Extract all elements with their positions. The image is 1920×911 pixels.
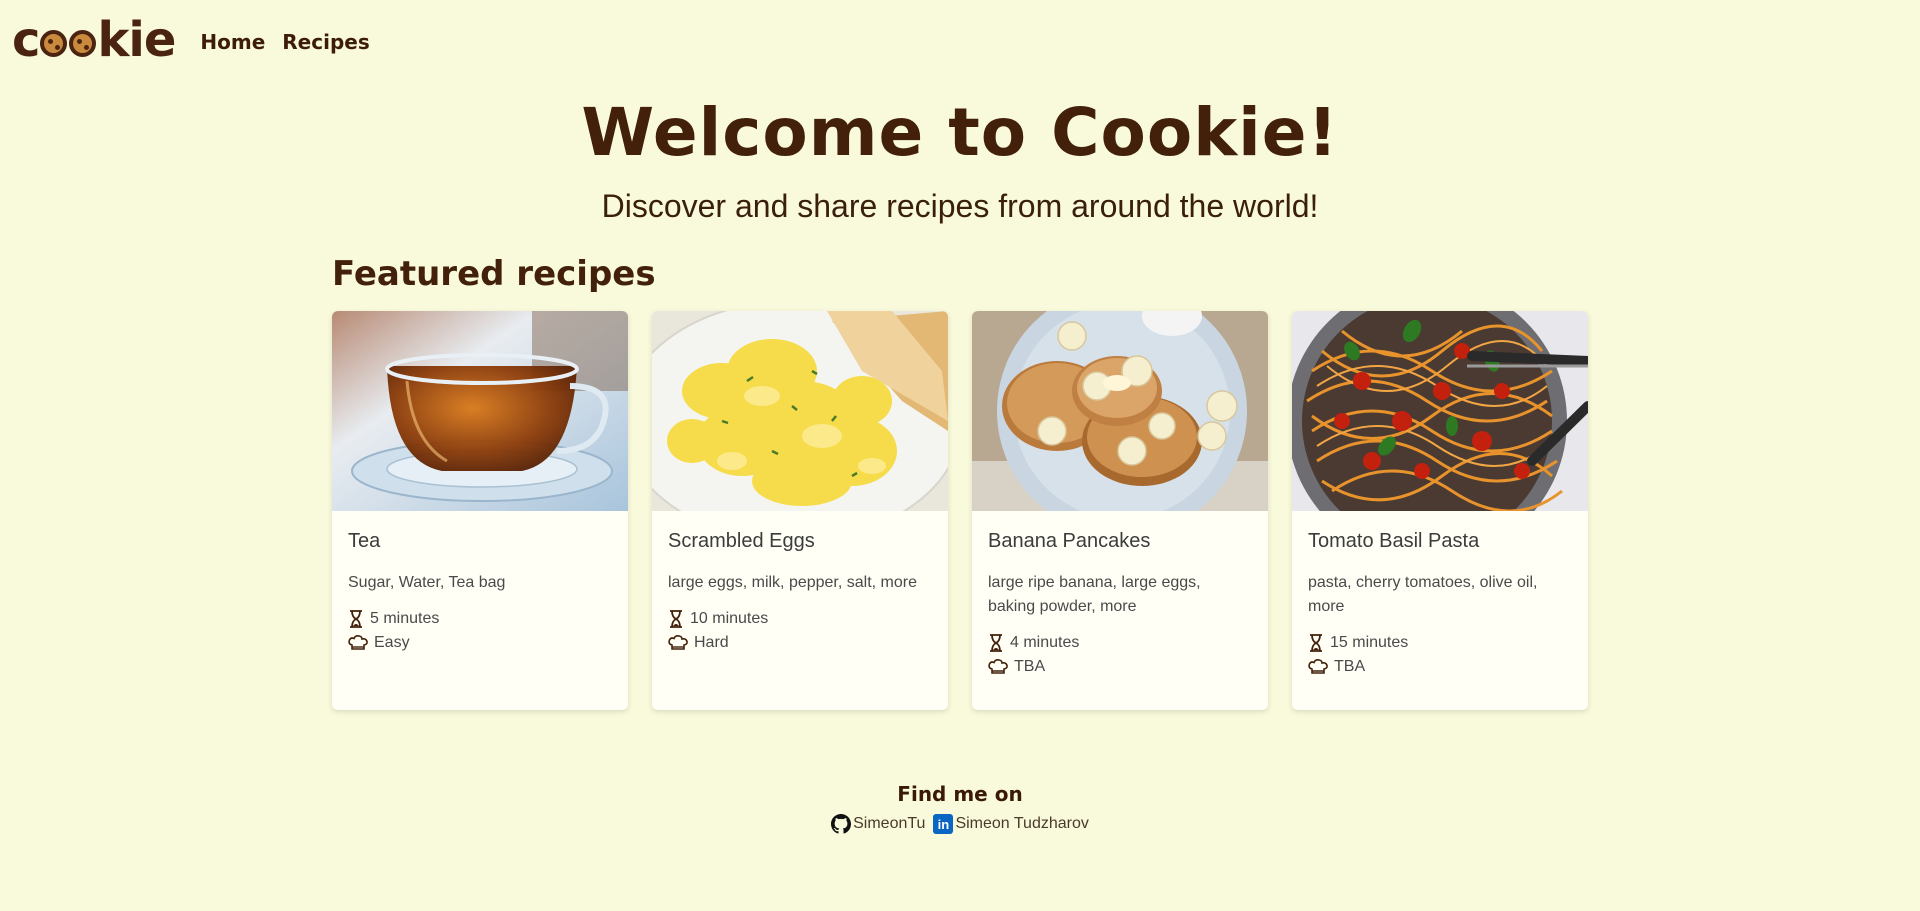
linkedin-name: Simeon Tudzharov	[955, 815, 1089, 832]
cookie-logo[interactable]: c kie	[12, 12, 176, 68]
recipe-time-label: 4 minutes	[1010, 634, 1080, 651]
chef-hat-icon	[668, 635, 688, 650]
hourglass-icon	[990, 634, 1002, 652]
recipe-difficulty: Hard	[668, 631, 932, 655]
scrambled-eggs-photo	[652, 311, 948, 511]
recipe-card[interactable]: Tomato Basil Pasta pasta, cherry tomatoe…	[1292, 311, 1588, 710]
recipe-time-label: 10 minutes	[690, 610, 769, 627]
hero-title: Welcome to Cookie!	[581, 94, 1339, 171]
github-link[interactable]: SimeonTu	[831, 814, 925, 834]
hourglass-icon	[670, 610, 682, 628]
tomato-basil-pasta-photo	[1292, 311, 1588, 511]
logo-text-start: c	[12, 12, 40, 68]
footer-title: Find me on	[897, 782, 1023, 806]
github-icon	[831, 814, 852, 834]
hourglass-icon	[1310, 634, 1322, 652]
logo-text-end: kie	[97, 12, 176, 68]
recipe-ingredients: Sugar, Water, Tea bag	[348, 574, 506, 591]
footer-links: SimeonTu in Simeon Tudzharov	[0, 814, 1920, 834]
recipe-card[interactable]: Scrambled Eggs large eggs, milk, pepper,…	[652, 311, 948, 710]
recipe-ingredients: large eggs, milk, pepper, salt, more	[668, 574, 918, 591]
hero-subtitle: Discover and share recipes from around t…	[601, 188, 1319, 224]
github-username: SimeonTu	[853, 815, 926, 832]
recipe-card[interactable]: Banana Pancakes large ripe banana, large…	[972, 311, 1268, 710]
recipe-difficulty-label: Easy	[374, 634, 410, 651]
recipe-ingredients: large ripe banana, large eggs, baking po…	[988, 574, 1201, 615]
featured-recipes-title: Featured recipes	[332, 254, 656, 294]
banana-pancakes-photo	[972, 311, 1268, 511]
recipe-time: 5 minutes	[348, 607, 612, 631]
recipe-time: 15 minutes	[1308, 631, 1572, 655]
chef-hat-icon	[988, 659, 1008, 674]
recipe-title: Tomato Basil Pasta	[1308, 530, 1480, 552]
recipe-difficulty: Easy	[348, 631, 612, 655]
linkedin-icon: in	[933, 814, 954, 834]
recipe-time: 4 minutes	[988, 631, 1252, 655]
tea-cup-photo	[332, 311, 628, 511]
recipe-difficulty: TBA	[988, 655, 1252, 679]
recipe-card[interactable]: Tea Sugar, Water, Tea bag 5 minutes Easy	[332, 311, 628, 710]
linkedin-link[interactable]: in Simeon Tudzharov	[933, 814, 1089, 834]
recipe-time-label: 5 minutes	[370, 610, 440, 627]
nav-home-link[interactable]: Home	[200, 30, 265, 54]
recipe-difficulty-label: TBA	[1334, 658, 1366, 675]
chef-hat-icon	[1308, 659, 1328, 674]
page: c kie Home Recipes Welcome to Cookie! Di…	[0, 0, 1920, 911]
recipe-time-label: 15 minutes	[1330, 634, 1409, 651]
recipe-title: Scrambled Eggs	[668, 530, 815, 552]
recipe-difficulty-label: TBA	[1014, 658, 1046, 675]
navbar: c kie Home Recipes	[12, 10, 370, 70]
nav-links: Home Recipes	[200, 30, 369, 54]
cookie-icon	[69, 29, 97, 57]
recipe-title: Banana Pancakes	[988, 530, 1151, 552]
hourglass-icon	[350, 610, 362, 628]
recipe-time: 10 minutes	[668, 607, 932, 631]
recipe-difficulty-label: Hard	[694, 634, 729, 651]
recipe-card-list: Tea Sugar, Water, Tea bag 5 minutes Easy	[332, 311, 1588, 710]
nav-recipes-link[interactable]: Recipes	[282, 30, 369, 54]
cookie-icon	[40, 29, 68, 57]
recipe-difficulty: TBA	[1308, 655, 1572, 679]
chef-hat-icon	[348, 635, 368, 650]
recipe-ingredients: pasta, cherry tomatoes, olive oil, more	[1308, 574, 1538, 615]
recipe-title: Tea	[348, 530, 381, 552]
